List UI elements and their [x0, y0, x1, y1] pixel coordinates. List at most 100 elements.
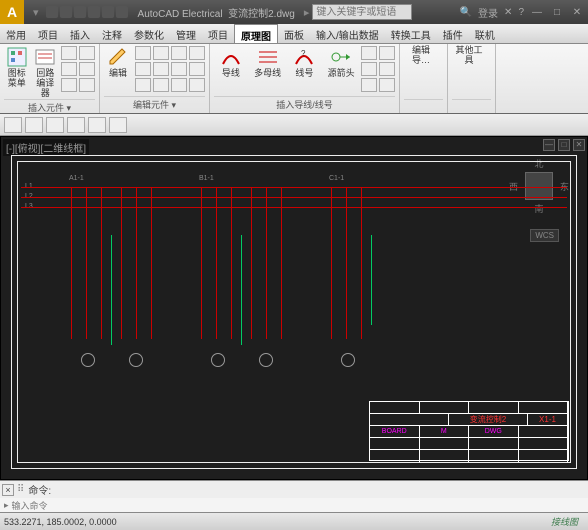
- qtb-undo-icon[interactable]: [46, 117, 64, 133]
- other-tools-button[interactable]: 其他工具: [452, 46, 486, 66]
- edit-wire-button[interactable]: 编辑导…: [404, 46, 438, 66]
- cmd-handle-icon[interactable]: ⠿: [17, 484, 24, 495]
- panel-edit-wires: 编辑导…: [400, 44, 448, 113]
- sm-edit-6[interactable]: [153, 62, 169, 76]
- search-icon[interactable]: 🔍: [460, 7, 472, 18]
- viewport-label[interactable]: [-][俯视][二维线框]: [3, 139, 89, 156]
- cmd-prompt: 命令:: [28, 482, 51, 497]
- tab-parametric[interactable]: 参数化: [128, 24, 170, 43]
- minimize-button[interactable]: —: [530, 7, 544, 18]
- tab-project[interactable]: 项目: [32, 24, 64, 43]
- sm-edit-10[interactable]: [153, 78, 169, 92]
- sm-edit-4[interactable]: [189, 46, 205, 60]
- qtb-pan-icon[interactable]: [88, 117, 106, 133]
- tab-insert[interactable]: 插入: [64, 24, 96, 43]
- sm-edit-3[interactable]: [171, 46, 187, 60]
- tab-io[interactable]: 输入/输出数据: [310, 24, 385, 43]
- qat-undo-icon[interactable]: [88, 6, 100, 18]
- qtb-zoom-icon[interactable]: [109, 117, 127, 133]
- sm-edit-1[interactable]: [135, 46, 151, 60]
- sm-btn-3[interactable]: [61, 62, 77, 76]
- icon-menu-button[interactable]: 图标菜单: [4, 46, 30, 89]
- tb-r3c1: BOARD: [370, 426, 420, 437]
- qat-open-icon[interactable]: [60, 6, 72, 18]
- tab-online[interactable]: 联机: [469, 24, 501, 43]
- pe-wire-b: [241, 235, 242, 345]
- exchange-icon[interactable]: ✕: [504, 7, 512, 18]
- tab-panel[interactable]: 面板: [278, 24, 310, 43]
- app-title: AutoCAD Electrical 变流控制2.dwg: [138, 5, 295, 20]
- tab-addins[interactable]: 插件: [437, 24, 469, 43]
- branch-a2: [86, 187, 87, 339]
- sm-wire-4[interactable]: [379, 62, 395, 76]
- command-line[interactable]: × ⠿ 命令:: [0, 480, 588, 498]
- circuit-builder-button[interactable]: 回路编译器: [33, 46, 59, 99]
- sm-btn-6[interactable]: [79, 78, 95, 92]
- sm-wire-1[interactable]: [361, 46, 377, 60]
- wire-button[interactable]: 导线: [214, 46, 248, 79]
- multibus-button[interactable]: 多母线: [251, 46, 285, 79]
- bus-l2: [21, 197, 567, 198]
- tab-project2[interactable]: 项目: [202, 24, 234, 43]
- panel-label-wires[interactable]: 插入导线/线号: [214, 96, 395, 111]
- sm-btn-2[interactable]: [79, 46, 95, 60]
- qtb-save-icon[interactable]: [25, 117, 43, 133]
- sm-btn-1[interactable]: [61, 46, 77, 60]
- vp-maximize-icon[interactable]: □: [558, 139, 570, 151]
- motor-m2: [129, 353, 143, 367]
- sm-btn-4[interactable]: [79, 62, 95, 76]
- tab-annotate[interactable]: 注释: [96, 24, 128, 43]
- sm-edit-11[interactable]: [171, 78, 187, 92]
- tab-convert[interactable]: 转换工具: [385, 24, 437, 43]
- qat-new-icon[interactable]: [46, 6, 58, 18]
- app-logo[interactable]: A: [0, 0, 24, 24]
- qat-redo-icon[interactable]: [102, 6, 114, 18]
- qtb-layers-icon[interactable]: [4, 117, 22, 133]
- edit-button[interactable]: 编辑: [104, 46, 132, 79]
- sm-wire-3[interactable]: [361, 62, 377, 76]
- tab-schematic[interactable]: 原理图: [234, 24, 278, 43]
- tb-r4c2: [420, 438, 470, 449]
- sm-wire-6[interactable]: [379, 78, 395, 92]
- app-menu-chevron[interactable]: ▾: [33, 6, 39, 19]
- tab-home[interactable]: 常用: [0, 24, 32, 43]
- branch-c1: [331, 187, 332, 339]
- branch-a6: [151, 187, 152, 339]
- help-icon[interactable]: ?: [518, 7, 524, 18]
- tb-sheet: X1-1: [528, 414, 568, 425]
- sm-wire-5[interactable]: [361, 78, 377, 92]
- icon-menu-icon: [6, 46, 28, 68]
- branch-b4: [251, 187, 252, 339]
- motor-m5: [341, 353, 355, 367]
- qat-save-icon[interactable]: [74, 6, 86, 18]
- panel-label-insert[interactable]: 插入元件 ▾: [4, 99, 95, 114]
- doc-chevron-icon[interactable]: ▸: [304, 6, 310, 19]
- tab-manage[interactable]: 管理: [170, 24, 202, 43]
- sm-edit-8[interactable]: [189, 62, 205, 76]
- command-echo: ▸ 输入命令: [0, 498, 588, 512]
- panel-label-editwire: [404, 99, 443, 111]
- maximize-button[interactable]: □: [550, 7, 564, 18]
- sm-edit-9[interactable]: [135, 78, 151, 92]
- help-search-input[interactable]: [312, 4, 412, 20]
- sm-edit-7[interactable]: [171, 62, 187, 76]
- vp-minimize-icon[interactable]: —: [543, 139, 555, 151]
- qat-print-icon[interactable]: [116, 6, 128, 18]
- sm-wire-2[interactable]: [379, 46, 395, 60]
- source-arrow-button[interactable]: 源箭头: [324, 46, 358, 79]
- panel-label-edit[interactable]: 编辑元件 ▾: [104, 96, 205, 111]
- vp-close-icon[interactable]: ✕: [573, 139, 585, 151]
- sm-edit-2[interactable]: [153, 46, 169, 60]
- quick-access-toolbar: [46, 6, 128, 18]
- drawing-area[interactable]: [-][俯视][二维线框] — □ ✕ 北 西 东 南 WCS L1 L2 L3…: [0, 136, 588, 480]
- tb-cell-1: [370, 402, 420, 413]
- qtb-redo-icon[interactable]: [67, 117, 85, 133]
- sm-edit-5[interactable]: [135, 62, 151, 76]
- cmd-close-icon[interactable]: ×: [2, 484, 14, 496]
- sm-btn-5[interactable]: [61, 78, 77, 92]
- wirenumber-button[interactable]: ?线号: [288, 46, 322, 79]
- close-button[interactable]: ✕: [570, 7, 584, 18]
- drawing-canvas[interactable]: L1 L2 L3 A1-1 B1-1 C1-1: [11, 155, 577, 469]
- login-link[interactable]: 登录: [478, 5, 498, 20]
- sm-edit-12[interactable]: [189, 78, 205, 92]
